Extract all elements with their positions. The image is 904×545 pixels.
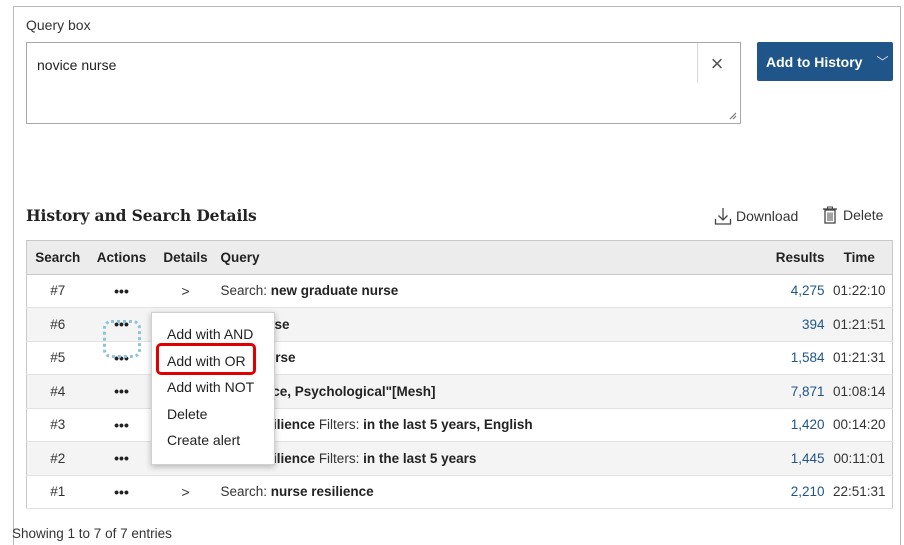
query-cell: Resilience, Psychological"[Mesh] [217,375,767,409]
actions-menu-button[interactable]: ••• [114,484,129,500]
search-number: #4 [50,383,66,399]
add-to-history-label: Add to History [766,53,863,70]
actions-menu-button[interactable]: ••• [114,383,129,399]
query-cell: urse resilience Filters: in the last 5 y… [217,442,767,476]
clear-query-icon[interactable]: × [704,51,730,77]
expand-details-icon[interactable]: > [181,283,189,299]
table-header-row: Search Actions Details Query Results Tim… [26,240,893,275]
search-number: #3 [50,417,66,433]
search-number: #1 [50,484,66,500]
query-cell: Search: nurse resilience [217,475,767,509]
search-time: 01:21:51 [832,316,886,332]
table-row: #1 ••• > Search: nurse resilience 2,210 … [26,475,893,509]
search-time: 00:14:20 [832,417,886,433]
column-header-details: Details [154,240,217,275]
query-filter-label: Filters: [315,417,364,433]
resize-grip-icon[interactable] [729,112,737,120]
menu-item-add-with-not[interactable]: Add with NOT [167,379,254,395]
history-title: History and Search Details [26,206,257,225]
results-count-link[interactable]: 1,445 [767,442,827,476]
delete-history-button[interactable]: Delete [822,206,883,224]
query-clear-divider [697,43,698,83]
column-header-results[interactable]: Results [766,240,827,275]
results-count-link[interactable]: 1,584 [767,341,827,375]
search-number: #5 [50,350,66,366]
add-to-history-button[interactable]: Add to History ﹀ [757,42,893,81]
results-count-link[interactable]: 1,420 [767,408,827,442]
search-time: 22:51:31 [832,484,886,500]
search-time: 01:08:14 [832,383,886,399]
query-filter-label: Filters: [315,450,364,466]
focus-indicator [103,320,141,358]
actions-menu-button[interactable]: ••• [114,417,129,433]
results-count-link[interactable]: 394 [767,308,827,342]
query-cell: resh nurse [217,308,767,342]
query-textarea[interactable]: novice nurse × [26,42,741,124]
search-time: 01:21:31 [832,350,886,366]
search-number: #7 [50,283,66,299]
menu-item-add-with-and[interactable]: Add with AND [167,326,253,342]
search-number: #2 [50,450,66,466]
download-button[interactable]: Download [714,206,798,226]
table-row: #7 ••• > Search: new graduate nurse 4,27… [26,274,893,308]
entries-summary: Showing 1 to 7 of 7 entries [12,526,172,541]
results-count-link[interactable]: 4,275 [767,274,827,308]
query-cell: ovice nurse [217,341,767,375]
actions-context-menu: Add with AND Add with OR Add with NOT De… [151,312,275,465]
column-header-actions: Actions [88,240,155,275]
menu-item-delete[interactable]: Delete [167,406,207,422]
chevron-down-icon[interactable]: ﹀ [876,53,888,70]
query-prefix: Search: [220,484,271,500]
column-header-query: Query [216,240,767,275]
results-count-link[interactable]: 7,871 [767,375,827,409]
query-cell: Search: new graduate nurse [217,274,767,308]
column-header-time[interactable]: Time [826,240,893,275]
column-header-search[interactable]: Search [26,240,89,275]
actions-menu-button[interactable]: ••• [114,450,129,466]
download-icon [714,208,732,225]
expand-details-icon[interactable]: > [181,484,189,500]
query-term: nurse resilience [270,484,374,500]
query-text[interactable]: novice nurse [37,57,116,73]
search-number: #6 [50,316,66,332]
actions-menu-button[interactable]: ••• [114,283,129,299]
query-term: new graduate nurse [270,283,399,299]
search-time: 00:11:01 [833,450,886,466]
query-box-label: Query box [26,17,91,33]
query-cell: urse resilience Filters: in the last 5 y… [217,408,767,442]
query-prefix: Search: [220,283,271,299]
highlight-box [156,343,256,375]
delete-label: Delete [843,207,884,223]
query-filter-value: in the last 5 years, English [363,417,533,433]
menu-item-create-alert[interactable]: Create alert [167,432,240,448]
results-count-link[interactable]: 2,210 [767,475,827,509]
query-filter-value: in the last 5 years [363,450,477,466]
trash-icon [823,206,837,224]
search-time: 01:22:10 [832,283,886,299]
download-label: Download [736,208,799,224]
